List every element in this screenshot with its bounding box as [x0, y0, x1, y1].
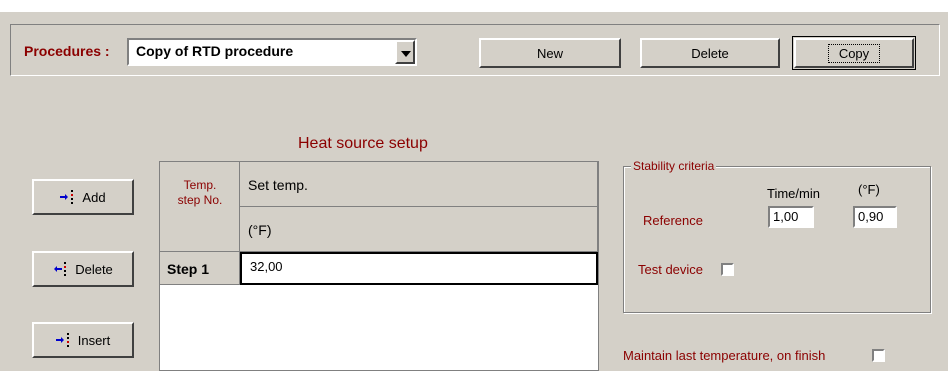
copy-button-label: Copy: [827, 43, 881, 63]
stability-criteria-legend: Stability criteria: [631, 159, 717, 173]
test-device-checkbox[interactable]: [721, 263, 734, 276]
time-header: Time/min: [767, 186, 820, 201]
heat-source-title: Heat source setup: [298, 135, 428, 152]
insert-step-label: Insert: [77, 332, 111, 348]
unit-header: (°F): [858, 182, 880, 197]
row-step-text: Step 1: [167, 261, 210, 277]
reference-time-value: 1,00: [773, 209, 799, 224]
delete-row-icon: [54, 262, 67, 276]
maintain-last-temp-checkbox[interactable]: [872, 349, 885, 362]
procedures-combobox-value: Copy of RTD procedure: [136, 43, 294, 59]
reference-time-input[interactable]: 1,00: [768, 206, 814, 228]
delete-step-label: Delete: [75, 261, 113, 277]
delete-button-label: Delete: [691, 45, 729, 61]
reference-temp-input[interactable]: 0,90: [853, 206, 897, 228]
add-step-label: Add: [82, 189, 106, 205]
set-temp-cell-value: 32,00: [250, 259, 283, 274]
insert-row-icon: [55, 333, 69, 347]
insert-step-button[interactable]: Insert: [32, 322, 134, 358]
grid-header-step-label: Temp. step No.: [160, 178, 240, 208]
delete-procedure-button[interactable]: Delete: [640, 38, 780, 68]
reference-temp-value: 0,90: [858, 209, 884, 224]
procedures-label: Procedures :: [24, 43, 110, 59]
combobox-dropdown-button[interactable]: [395, 40, 415, 64]
copy-button[interactable]: Copy: [792, 36, 916, 70]
grid-header-step-line1: Temp.: [183, 178, 217, 192]
add-row-icon: [60, 190, 74, 204]
maintain-last-temp-label: Maintain last temperature, on finish: [623, 348, 826, 363]
window-top-strip: [0, 0, 948, 12]
grid-header-unit: [240, 207, 598, 252]
grid-header-unit-label: (°F): [248, 222, 272, 238]
new-button-label: New: [536, 45, 563, 61]
grid-header-set-temp-label: Set temp.: [248, 177, 308, 193]
add-step-button[interactable]: Add: [32, 179, 134, 215]
chevron-down-icon: [401, 51, 411, 57]
test-device-label: Test device: [638, 262, 704, 277]
set-temp-cell-input[interactable]: [240, 252, 598, 285]
new-button[interactable]: New: [479, 38, 621, 68]
reference-label: Reference: [643, 213, 703, 228]
grid-header-step-line2: step No.: [177, 193, 223, 207]
delete-step-button[interactable]: Delete: [32, 251, 134, 287]
